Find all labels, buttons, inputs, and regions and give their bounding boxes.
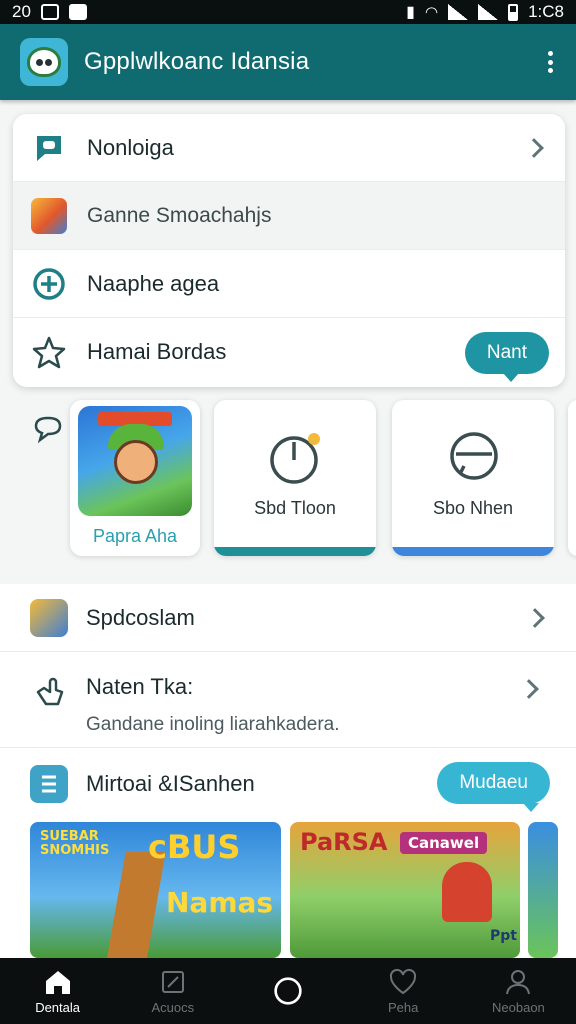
nav-label: Acuocs [151, 999, 195, 1015]
menu-item-label: Hamai Bordas [87, 339, 227, 364]
nav-item-home-circle[interactable] [230, 958, 345, 1024]
nav-item-acuocs[interactable]: Acuocs [115, 958, 230, 1024]
banner-card-2[interactable]: PaRSA Canawel Ppt [290, 822, 520, 958]
banner-card-1[interactable]: SUEBAR SNOMHIS cBUS Namas [30, 822, 281, 958]
menu-item-game[interactable]: Ganne Smoachahjs [13, 182, 565, 250]
banner-top-text: PaRSA [300, 828, 388, 856]
list-icon [30, 765, 68, 803]
feature-carousel: Papra Aha Sbd Tloon Sbo Nhen [0, 398, 576, 568]
list-item-subtitle: Gandane inoling liarahkadera. [86, 714, 340, 735]
status-number: 20 [12, 2, 31, 21]
chat-bubble-icon [31, 130, 67, 166]
plus-circle-icon [31, 266, 67, 302]
chevron-right-icon [524, 137, 544, 158]
menu-item-label: Naaphe agea [87, 270, 220, 296]
banner-extra: Ppt [490, 928, 517, 944]
content-list: Spdcoslam Naten Tka: Gandane inoling lia… [0, 584, 576, 820]
nav-label: Neobaon [492, 999, 545, 1015]
list-item-label: Mirtoai &ISanhen [86, 771, 255, 796]
carousel-card-game[interactable]: Papra Aha [70, 400, 200, 556]
comment-icon[interactable] [30, 412, 66, 448]
person-icon [503, 968, 533, 996]
card-caption: Papra Aha [92, 526, 178, 546]
character-graphic [442, 862, 492, 922]
list-item-label: Spdcoslam [86, 604, 195, 630]
nav-item-peha[interactable]: Peha [346, 958, 461, 1024]
app-bar: Gpplwlkoanc Idansia [0, 24, 576, 100]
next-button[interactable]: Nant [464, 332, 549, 382]
heart-icon [388, 968, 418, 996]
timer-icon [268, 430, 324, 491]
game-thumbnail [31, 197, 67, 234]
nav-item-neobaon[interactable]: Neobaon [461, 958, 576, 1024]
banner-tag: Canawel [400, 832, 488, 854]
avatar-icon [30, 598, 68, 637]
card-accent-bar [392, 547, 554, 556]
mudaeu-button[interactable]: Mudaeu [437, 762, 550, 812]
menu-item-label: Ganne Smoachahjs [87, 203, 272, 227]
circle-home-icon [273, 977, 303, 1005]
signal-icon-2 [478, 4, 499, 20]
menu-item-label: Nonloiga [87, 134, 174, 160]
banner-big-text: cBUS [148, 828, 241, 866]
tower-graphic [106, 852, 166, 958]
menu-item-naaphe[interactable]: Naaphe agea [13, 250, 565, 318]
card-caption: Sbo Nhen [432, 498, 514, 518]
nav-item-dentala[interactable]: Dentala [0, 958, 115, 1024]
list-item-naten[interactable]: Naten Tka: Gandane inoling liarahkadera. [0, 652, 576, 748]
app-logo [20, 38, 68, 86]
chevron-right-icon [519, 679, 539, 699]
signal-icon [448, 4, 469, 20]
notification-icon [40, 4, 59, 20]
clock: 1:C8 [528, 2, 564, 21]
download-icon [68, 4, 87, 20]
wifi-icon: ◠ [424, 4, 439, 21]
touch-icon [30, 674, 68, 712]
banner-bottom-text: Namas [166, 886, 274, 919]
menu-item-nonloiga[interactable]: Nonloiga [13, 114, 565, 182]
chat-icon [446, 430, 502, 491]
banner-card-partial[interactable] [528, 822, 558, 958]
home-icon [43, 968, 73, 996]
nav-label: Dentala [35, 999, 80, 1015]
battery-icon [508, 3, 519, 21]
status-bar: 20 ▮ ◠ 1:C8 [0, 0, 576, 24]
card-caption: Sbd Tloon [254, 498, 336, 518]
app-title: Gpplwlkoanc Idansia [84, 48, 310, 75]
carousel-card-partial[interactable] [568, 400, 576, 556]
card-accent-bar [214, 547, 376, 556]
list-item-spdcoslam[interactable]: Spdcoslam [0, 584, 576, 652]
carousel-card-timer[interactable]: Sbd Tloon [214, 400, 376, 556]
chevron-right-icon [525, 607, 545, 628]
carousel-card-chat[interactable]: Sbo Nhen [392, 400, 554, 556]
list-item-mirtoai[interactable]: Mirtoai &ISanhen Mudaeu [0, 748, 576, 820]
star-outline-icon [31, 334, 67, 370]
menu-item-hamai[interactable]: Hamai Bordas Nant [13, 318, 565, 386]
menu-card: Nonloiga Ganne Smoachahjs Naaphe agea Ha… [13, 114, 565, 387]
vibrate-icon: ▮ [406, 4, 415, 21]
list-item-label: Naten Tka: [86, 674, 194, 699]
more-vert-icon[interactable] [538, 47, 562, 77]
nav-label: Peha [388, 999, 419, 1015]
bottom-navigation: Dentala Acuocs Peha Neobaon [0, 958, 576, 1024]
banner-row: SUEBAR SNOMHIS cBUS Namas PaRSA Canawel … [0, 820, 576, 960]
edit-icon [158, 968, 188, 996]
game-artwork [78, 406, 192, 516]
